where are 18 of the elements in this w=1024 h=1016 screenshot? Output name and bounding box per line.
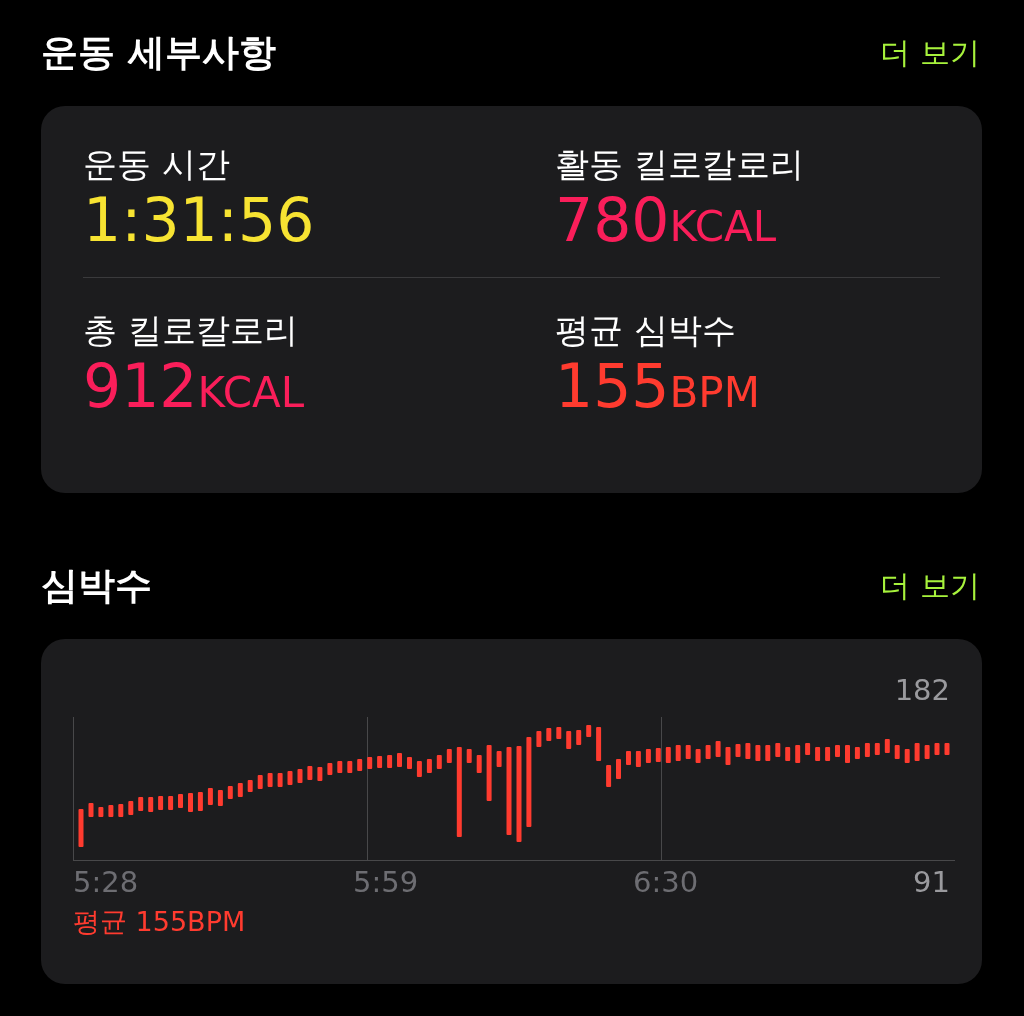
metric-label: 활동 킬로칼로리 <box>555 143 805 186</box>
metric-label: 운동 시간 <box>83 143 231 186</box>
section-title: 운동 세부사항 <box>41 30 276 76</box>
metric-value: 780KCAL <box>555 186 778 257</box>
section-title: 심박수 <box>41 563 152 609</box>
time-label: 5:59 <box>353 865 420 899</box>
metric-value: 1:31:56 <box>83 186 316 254</box>
time-label: 6:30 <box>633 865 700 899</box>
see-more-link[interactable]: 더 보기 <box>880 565 980 607</box>
metric-label: 총 킬로칼로리 <box>83 309 299 352</box>
axis-max-label: 182 <box>894 673 950 709</box>
time-label: 5:28 <box>73 865 140 899</box>
metric-value: 912 KCAL <box>83 352 306 423</box>
axis-min-label: 91 <box>913 865 950 899</box>
see-more-link[interactable]: 더 보기 <box>880 32 980 74</box>
metric-value: 155 BPM <box>555 352 761 423</box>
metric-label: 평균 심박수 <box>555 309 737 352</box>
average-heart-rate: 평균 155BPM <box>73 905 247 939</box>
